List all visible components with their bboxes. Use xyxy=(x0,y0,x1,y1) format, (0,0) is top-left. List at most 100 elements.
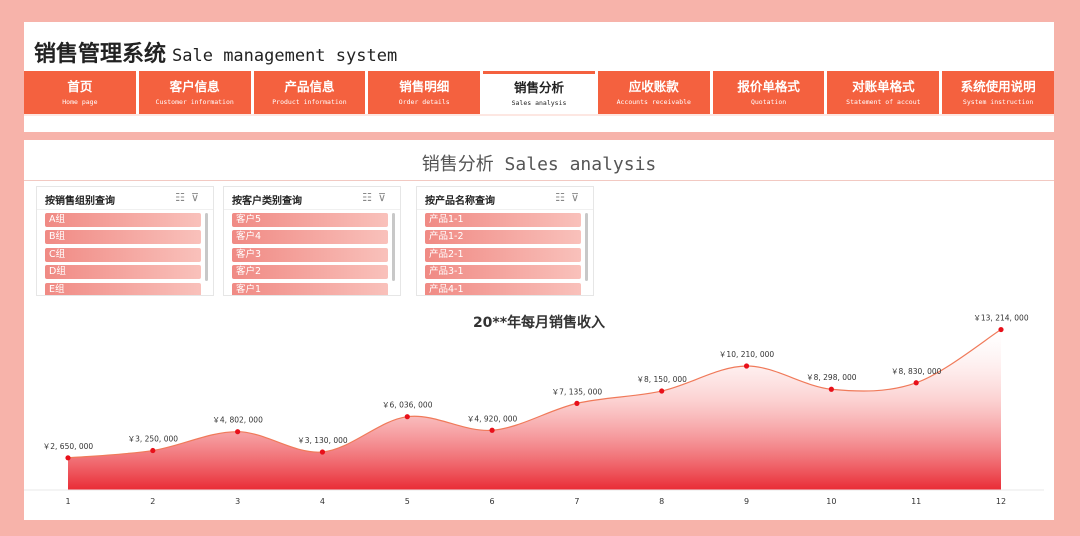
tab-label-cn: 销售分析 xyxy=(514,80,565,95)
multi-select-icon[interactable]: ☷ xyxy=(175,191,191,204)
slicer-item[interactable]: A组 xyxy=(45,213,201,227)
main-panel: 销售分析 Sales analysis 按销售组别查询 ☷⊽ A组 B组 C组 D组 E组按… xyxy=(24,140,1054,520)
nav-tabs: 首页 Home page 客户信息 Customer information 产品信息 P… xyxy=(24,71,1055,114)
slicer-title: 按销售组别查询 xyxy=(45,196,115,207)
tab-5[interactable]: 销售分析 Sales analysis xyxy=(483,71,595,114)
data-label: ￥4, 920, 000 xyxy=(467,414,518,423)
data-label: ￥4, 802, 000 xyxy=(212,416,263,425)
tab-7[interactable]: 报价单格式 Quotation xyxy=(712,71,825,114)
x-tick-label: 10 xyxy=(826,497,836,506)
data-label: ￥2, 650, 000 xyxy=(43,442,94,451)
slicer-item[interactable]: 客户2 xyxy=(232,265,388,280)
data-point[interactable] xyxy=(235,429,241,435)
app-title: 销售管理系统 Sale management system xyxy=(34,36,397,68)
slicer-header: 按产品名称查询 ☷⊽ xyxy=(417,187,593,210)
slicer-item[interactable]: 客户4 xyxy=(232,230,388,245)
slicer-item[interactable]: B组 xyxy=(45,230,201,245)
multi-select-icon[interactable]: ☷ xyxy=(362,191,378,204)
app-title-cn: 销售管理系统 xyxy=(34,42,167,67)
tab-label-en: Home page xyxy=(62,98,98,106)
tab-label-cn: 系统使用说明 xyxy=(960,79,1036,94)
x-tick-label: 9 xyxy=(744,497,749,506)
slicer-item[interactable]: 产品1-2 xyxy=(425,230,581,245)
slicer-scrollbar[interactable] xyxy=(205,213,208,281)
data-label: ￥8, 830, 000 xyxy=(891,367,942,376)
slicer-title: 按客户类别查询 xyxy=(232,196,302,207)
tab-6[interactable]: 应收账款 Accounts receivable xyxy=(597,71,710,114)
tab-label-en: Quotation xyxy=(750,98,787,106)
tab-label-cn: 首页 xyxy=(67,79,93,94)
slicer-item[interactable]: 产品1-1 xyxy=(425,213,581,227)
slicer-scrollbar[interactable] xyxy=(585,213,588,281)
tab-1[interactable]: 首页 Home page xyxy=(24,71,136,114)
tab-label-cn: 报价单格式 xyxy=(737,79,800,94)
tab-3[interactable]: 产品信息 Product information xyxy=(253,71,366,114)
clear-filter-icon[interactable]: ⊽ xyxy=(378,191,392,204)
data-point[interactable] xyxy=(489,427,495,433)
slicer-item[interactable]: 产品2-1 xyxy=(425,247,581,262)
tab-label-en: Sales analysis xyxy=(511,99,567,107)
data-point[interactable] xyxy=(150,447,156,454)
x-tick-label: 8 xyxy=(659,497,664,506)
x-tick-label: 2 xyxy=(150,497,155,506)
slicer-icons: ☷⊽ xyxy=(555,191,585,204)
slicer-header: 按客户类别查询 ☷⊽ xyxy=(224,187,400,210)
slicer-1: 按销售组别查询 ☷⊽ A组 B组 C组 D组 E组 xyxy=(36,186,214,296)
tab-2[interactable]: 客户信息 Customer information xyxy=(138,71,251,114)
chart-title: 20**年每月销售收入 xyxy=(472,315,606,331)
tab-9[interactable]: 系统使用说明 System instruction xyxy=(942,71,1055,114)
data-label: ￥10, 210, 000 xyxy=(719,350,774,359)
clear-filter-icon[interactable]: ⊽ xyxy=(191,191,205,204)
x-tick-label: 11 xyxy=(911,497,921,506)
data-point[interactable] xyxy=(913,380,919,386)
tab-label-cn: 客户信息 xyxy=(169,79,220,94)
x-tick-label: 3 xyxy=(235,497,240,506)
header-panel: 销售管理系统 Sale management system 首页 Home page… xyxy=(24,22,1055,132)
data-point[interactable] xyxy=(574,400,580,406)
app-title-en: Sale management system xyxy=(172,46,398,66)
slicer-item[interactable]: 客户5 xyxy=(232,213,388,227)
clear-filter-icon[interactable]: ⊽ xyxy=(571,191,585,204)
slicer-item[interactable]: D组 xyxy=(45,265,201,280)
tab-label-en: Statement of accout xyxy=(846,98,921,106)
tab-8[interactable]: 对账单格式 Statement of accout xyxy=(827,71,940,114)
x-tick-label: 12 xyxy=(996,497,1006,506)
data-point[interactable] xyxy=(319,449,326,455)
slicer-icons: ☷⊽ xyxy=(175,191,205,204)
slicer-list: 客户5 客户4 客户3 客户2 客户1 xyxy=(232,213,388,295)
slicer-item[interactable]: 产品3-1 xyxy=(425,265,581,280)
section-divider xyxy=(24,180,1054,181)
tab-label-cn: 销售明细 xyxy=(399,79,450,94)
slicer-2: 按客户类别查询 ☷⊽ 客户5 客户4 客户3 客户2 客户1 xyxy=(223,186,401,296)
data-point[interactable] xyxy=(404,414,410,420)
x-tick-label: 4 xyxy=(320,497,325,506)
data-label: ￥7, 135, 000 xyxy=(552,387,603,396)
tab-divider xyxy=(24,114,1054,116)
slicer-header: 按销售组别查询 ☷⊽ xyxy=(37,187,213,210)
slicer-3: 按产品名称查询 ☷⊽ 产品1-1 产品1-2 产品2-1 产品3-1 产品4-1 xyxy=(416,186,594,296)
tab-label-en: Order details xyxy=(398,98,450,106)
data-point[interactable] xyxy=(65,455,71,461)
slicer-scrollbar[interactable] xyxy=(392,213,395,281)
data-point[interactable] xyxy=(659,388,665,394)
section-title: 销售分析 Sales analysis xyxy=(421,154,657,175)
slicer-icons: ☷⊽ xyxy=(362,191,392,204)
slicer-title: 按产品名称查询 xyxy=(425,196,495,207)
slicer-list: 产品1-1 产品1-2 产品2-1 产品3-1 产品4-1 xyxy=(425,213,581,295)
slicer-item[interactable]: 客户3 xyxy=(232,247,388,262)
x-tick-label: 6 xyxy=(490,497,495,506)
tab-label-cn: 产品信息 xyxy=(284,79,335,94)
tab-label-cn: 对账单格式 xyxy=(852,79,915,94)
multi-select-icon[interactable]: ☷ xyxy=(555,191,571,204)
tab-label-en: Accounts receivable xyxy=(616,98,691,106)
x-tick-label: 7 xyxy=(574,497,579,506)
tab-label-cn: 应收账款 xyxy=(628,79,679,94)
tab-label-en: Customer information xyxy=(155,98,234,106)
x-tick-label: 1 xyxy=(65,497,70,506)
area-fill xyxy=(68,329,1001,490)
slicer-item[interactable]: C组 xyxy=(45,247,201,262)
tab-label-en: Product information xyxy=(272,98,347,106)
data-point[interactable] xyxy=(743,363,750,369)
data-point[interactable] xyxy=(828,386,834,392)
tab-4[interactable]: 销售明细 Order details xyxy=(368,71,481,114)
